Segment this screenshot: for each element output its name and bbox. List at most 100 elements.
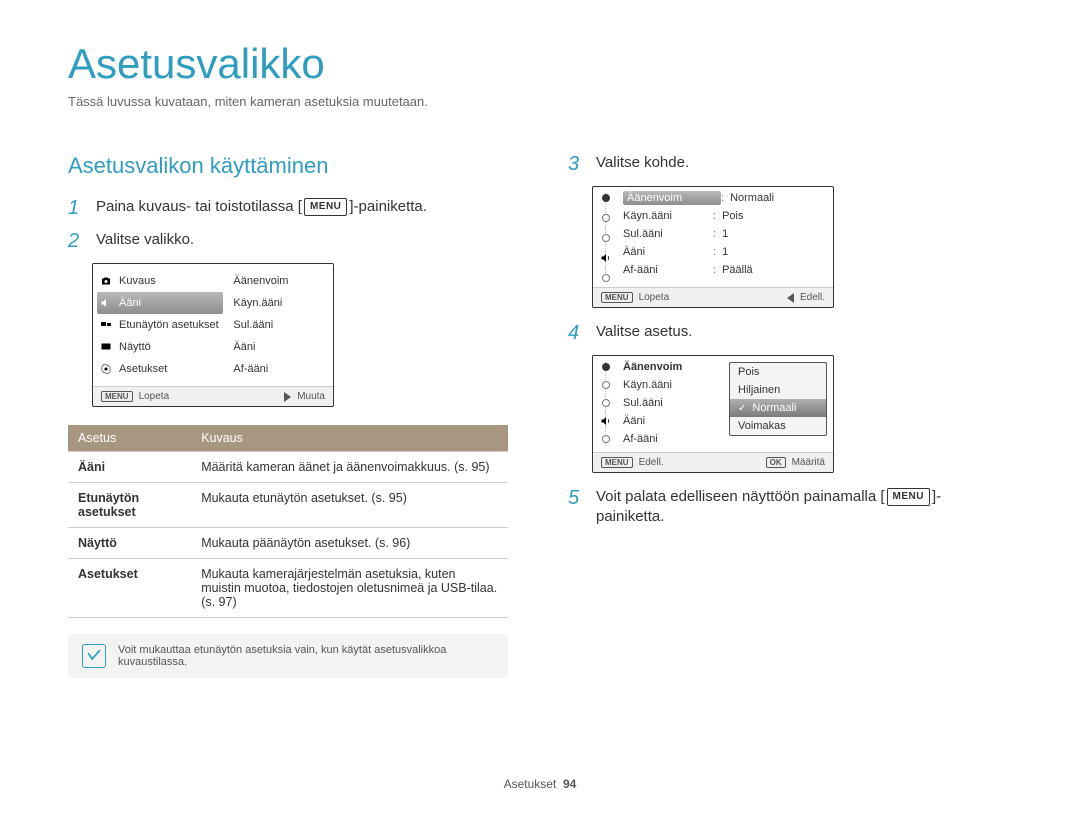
footer-left-label: Edell.: [639, 457, 664, 468]
option-pois[interactable]: Pois: [730, 363, 826, 381]
kv-label: Sul.ääni: [623, 228, 713, 240]
step-number: 4: [568, 322, 586, 345]
menu-item-kuvaus[interactable]: Kuvaus: [93, 270, 227, 292]
note-text: Voit mukauttaa etunäytön asetuksia vain,…: [118, 644, 494, 668]
step-5-text: Voit palata edelliseen näyttöön painamal…: [596, 487, 1008, 528]
footer-left-label: Lopeta: [639, 292, 670, 303]
table-header-asetus: Asetus: [68, 425, 191, 452]
page-intro: Tässä luvussa kuvataan, miten kameran as…: [68, 94, 1012, 109]
submenu-item[interactable]: Äänenvoim: [231, 270, 333, 292]
step-2: 2 Valitse valikko.: [68, 230, 508, 253]
camera-screen-footer: MENU Edell. OK Määritä: [593, 452, 833, 472]
camera-kv-list: Äänenvoim :Normaali Käyn.ääni :Pois Sul.…: [619, 187, 833, 287]
table-cell-key: Ääni: [68, 452, 191, 483]
table-header-kuvaus: Kuvaus: [191, 425, 508, 452]
table-cell-value: Määritä kameran äänet ja äänenvoimakkuus…: [191, 452, 508, 483]
step-1-post: ]-painiketta.: [349, 198, 427, 215]
option-normaali[interactable]: Normaali: [730, 399, 826, 417]
kv-value: Normaali: [730, 192, 774, 204]
page-footer: Asetukset 94: [0, 777, 1080, 791]
kv-label: Ääni: [623, 246, 713, 258]
camera-screen-footer: MENU Lopeta Muuta: [93, 386, 333, 406]
step-number: 5: [568, 487, 586, 510]
rail-node: [602, 234, 610, 242]
step-1-pre: Paina kuvaus- tai toistotilassa [: [96, 198, 302, 215]
menu-item-label: Etunäytön asetukset: [119, 319, 219, 331]
footer-label: Asetukset: [504, 777, 557, 791]
step-4: 4 Valitse asetus.: [568, 322, 1008, 345]
kv-row[interactable]: Käyn.ääni :Pois: [623, 207, 827, 225]
kv-row[interactable]: Sul.ääni :1: [623, 225, 827, 243]
footer-left-label: Lopeta: [139, 391, 170, 402]
camera-menu-right: Äänenvoim Käyn.ääni Sul.ääni Ääni Af-ään…: [227, 264, 333, 386]
table-cell-value: Mukauta kamerajärjestelmän asetuksia, ku…: [191, 559, 508, 618]
settings-description-table: Asetus Kuvaus Ääni Määritä kameran äänet…: [68, 425, 508, 618]
table-cell-key: Näyttö: [68, 528, 191, 559]
menu-badge: MENU: [304, 198, 347, 216]
submenu-item[interactable]: Sul.ääni: [231, 314, 333, 336]
kv-label: Af-ääni: [623, 264, 713, 276]
table-cell-value: Mukauta etunäytön asetukset. (s. 95): [191, 483, 508, 528]
submenu-item[interactable]: Ääni: [231, 336, 333, 358]
menu-item-label: Asetukset: [119, 363, 167, 375]
menu-item-label: Ääni: [119, 297, 141, 309]
rail-node: [602, 399, 610, 407]
step-1: 1 Paina kuvaus- tai toistotilassa [MENU]…: [68, 197, 508, 220]
table-cell-value: Mukauta päänäytön asetukset. (s. 96): [191, 528, 508, 559]
camera-screen-select-setting: Äänenvoim Käyn.ääni Sul.ääni Ääni Af-ään…: [592, 355, 834, 473]
table-row: Näyttö Mukauta päänäytön asetukset. (s. …: [68, 528, 508, 559]
menu-item-etunaytto[interactable]: Etunäytön asetukset: [93, 314, 227, 336]
menu-item-aani[interactable]: Ääni: [97, 292, 223, 314]
front-display-icon: [99, 320, 113, 330]
kv-value: 1: [722, 228, 728, 240]
menu-item-asetukset[interactable]: Asetukset: [93, 358, 227, 380]
submenu-item[interactable]: Af-ääni: [231, 358, 333, 380]
chevron-left-icon: [787, 293, 794, 303]
rail-node-selected: [602, 194, 610, 202]
camera-screen-select-menu: Kuvaus Ääni Etunäytön aset: [92, 263, 334, 407]
step-4-text: Valitse asetus.: [596, 322, 692, 342]
menu-badge-icon: MENU: [601, 292, 633, 303]
table-row: Asetukset Mukauta kamerajärjestelmän ase…: [68, 559, 508, 618]
step-number: 1: [68, 197, 86, 220]
page-title: Asetusvalikko: [68, 40, 1012, 88]
option-voimakas[interactable]: Voimakas: [730, 417, 826, 435]
content-columns: Asetusvalikon käyttäminen 1 Paina kuvaus…: [68, 139, 1012, 678]
table-row: Etunäytön asetukset Mukauta etunäytön as…: [68, 483, 508, 528]
right-column: 3 Valitse kohde.: [568, 139, 1008, 678]
display-icon: [99, 342, 113, 352]
kv-row[interactable]: Ääni :1: [623, 243, 827, 261]
menu-item-naytto[interactable]: Näyttö: [93, 336, 227, 358]
kv-row[interactable]: Äänenvoim :Normaali: [623, 189, 827, 207]
section-title: Asetusvalikon käyttäminen: [68, 153, 508, 179]
kv-label: Äänenvoim: [623, 191, 721, 205]
submenu-item[interactable]: Käyn.ääni: [231, 292, 333, 314]
camera-screen-footer: MENU Lopeta Edell.: [593, 287, 833, 307]
page: Asetusvalikko Tässä luvussa kuvataan, mi…: [0, 0, 1080, 815]
rail-node-selected: [602, 363, 610, 371]
rail-node: [602, 214, 610, 222]
table-cell-key: Asetukset: [68, 559, 191, 618]
step-number: 2: [68, 230, 86, 253]
menu-badge-icon: MENU: [601, 457, 633, 468]
speaker-icon: [599, 416, 613, 426]
step-5: 5 Voit palata edelliseen näyttöön painam…: [568, 487, 1008, 528]
table-row: Ääni Määritä kameran äänet ja äänenvoima…: [68, 452, 508, 483]
menu-badge-icon: MENU: [101, 391, 133, 402]
rail-node: [602, 274, 610, 282]
rail-node: [602, 435, 610, 443]
camera-icon: [99, 276, 113, 286]
kv-row[interactable]: Af-ääni :Päällä: [623, 261, 827, 279]
speaker-icon: [99, 298, 113, 308]
ok-badge-icon: OK: [766, 457, 786, 468]
footer-right-label: Määritä: [792, 457, 825, 468]
table-cell-key: Etunäytön asetukset: [68, 483, 191, 528]
step-2-text: Valitse valikko.: [96, 230, 194, 250]
option-hiljainen[interactable]: Hiljainen: [730, 381, 826, 399]
kv-label: Käyn.ääni: [623, 210, 713, 222]
page-number: 94: [563, 777, 576, 791]
gear-icon: [99, 364, 113, 374]
kv-value: Päällä: [722, 264, 753, 276]
rail-node: [602, 381, 610, 389]
menu-item-label: Näyttö: [119, 341, 151, 353]
